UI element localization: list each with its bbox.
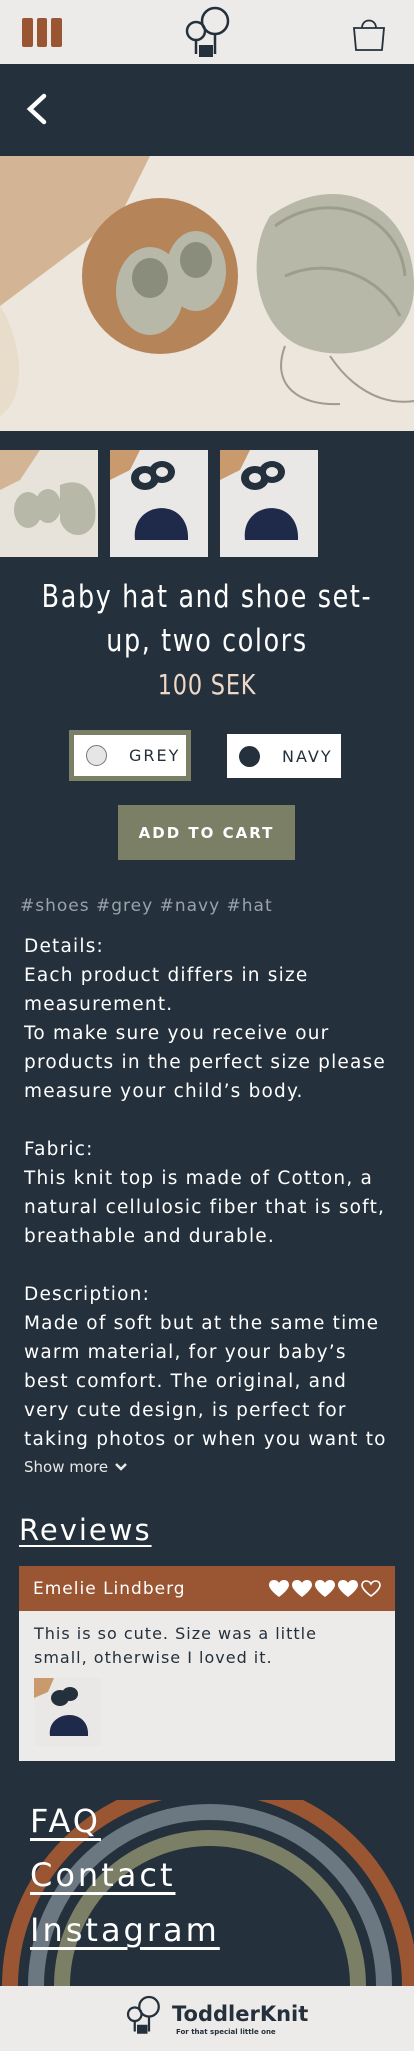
shopping-bag-icon[interactable] bbox=[350, 14, 388, 52]
reviewer-name: Emelie Lindberg bbox=[33, 1578, 186, 1599]
thumbnail-navy-set[interactable] bbox=[110, 450, 208, 557]
show-more-toggle[interactable]: Show more bbox=[24, 1458, 128, 1476]
add-to-cart-button[interactable]: ADD TO CART bbox=[118, 805, 295, 860]
color-option-grey[interactable]: GREY bbox=[69, 730, 191, 781]
chevron-left-icon[interactable] bbox=[22, 92, 52, 126]
footer-link-contact[interactable]: Contact bbox=[30, 1856, 176, 1894]
product-price: 100 SEK bbox=[157, 668, 257, 701]
top-bar bbox=[0, 0, 414, 64]
thumbnail-strip bbox=[0, 450, 318, 557]
product-title: Baby hat and shoe set-up, two colors bbox=[41, 579, 373, 659]
color-option-navy[interactable]: NAVY bbox=[227, 734, 341, 778]
tree-logo-icon[interactable] bbox=[179, 4, 235, 60]
review-photo[interactable] bbox=[34, 1678, 102, 1746]
tree-logo-icon bbox=[126, 1995, 160, 2034]
heart-filled-icon bbox=[269, 1579, 289, 1597]
product-details: Details: Each product differs in size me… bbox=[24, 936, 387, 1450]
brand-tagline: For that special little one bbox=[176, 2028, 276, 2036]
heart-filled-icon bbox=[315, 1579, 335, 1597]
grey-swatch-icon bbox=[86, 745, 107, 766]
color-label: GREY bbox=[129, 746, 181, 765]
navy-swatch-icon bbox=[239, 745, 260, 767]
reviews-heading: Reviews bbox=[19, 1513, 152, 1547]
footer-link-instagram[interactable]: Instagram bbox=[30, 1911, 220, 1949]
footer-link-faq[interactable]: FAQ bbox=[30, 1802, 101, 1840]
thumbnail-navy-set-alt[interactable] bbox=[220, 450, 318, 557]
color-label: NAVY bbox=[282, 746, 333, 766]
product-hero-image bbox=[0, 156, 414, 431]
footer-links-section: FAQ Contact Instagram bbox=[0, 1800, 414, 1986]
footer-brand-bar: ToddlerKnit For that special little one bbox=[0, 1986, 414, 2051]
heart-filled-icon bbox=[338, 1579, 358, 1597]
product-tags: #shoes #grey #navy #hat bbox=[20, 896, 273, 916]
review-card: Emelie Lindberg This is so cute. Size wa… bbox=[19, 1566, 395, 1761]
rating-hearts bbox=[269, 1579, 381, 1598]
show-more-label: Show more bbox=[24, 1458, 109, 1476]
brand-name: ToddlerKnit bbox=[172, 2002, 309, 2026]
hamburger-icon[interactable] bbox=[22, 18, 63, 47]
thumbnail-grey-set[interactable] bbox=[0, 450, 98, 557]
heart-outline-icon bbox=[361, 1579, 381, 1597]
review-header: Emelie Lindberg bbox=[19, 1566, 395, 1611]
review-text: This is so cute. Size was a little small… bbox=[34, 1624, 317, 1667]
chevron-down-icon bbox=[115, 1463, 127, 1471]
heart-filled-icon bbox=[292, 1579, 312, 1597]
